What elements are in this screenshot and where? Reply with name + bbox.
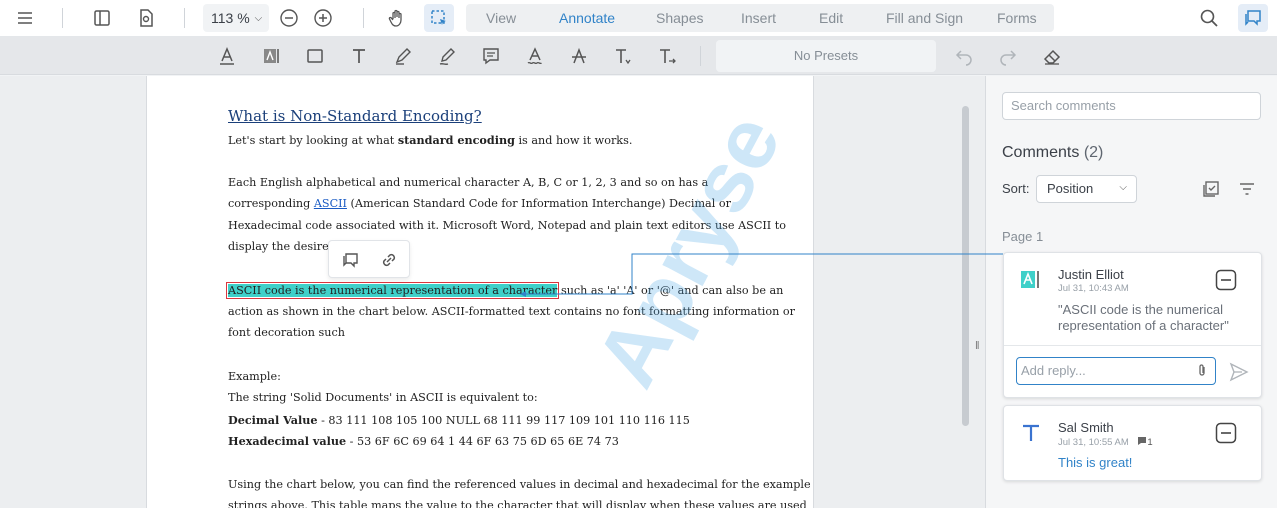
ascii-link[interactable]: ASCII	[314, 197, 347, 210]
document-heading: What is Non-Standard Encoding?	[228, 107, 482, 125]
document-line: Each English alphabetical and numerical …	[228, 176, 709, 189]
comments-count: (2)	[1083, 144, 1104, 161]
zoom-out-icon[interactable]	[274, 4, 304, 32]
comment-author: Justin Elliot	[1058, 267, 1124, 282]
menu-icon[interactable]	[10, 4, 40, 32]
left-panel-icon[interactable]	[87, 4, 117, 32]
pan-hand-icon[interactable]	[382, 4, 412, 32]
sort-label: Sort:	[1002, 181, 1030, 196]
resize-grip-icon[interactable]: ‖	[975, 340, 980, 352]
divider	[62, 8, 63, 28]
select-tool-icon[interactable]	[424, 4, 454, 32]
annotation-popup	[328, 240, 410, 278]
document-line: Let's start by looking at what standard …	[228, 133, 632, 147]
bold-text: standard encoding	[397, 133, 515, 147]
comment-date: Jul 31, 10:55 AM 1	[1058, 436, 1153, 448]
comment-message: This is great!	[1058, 455, 1133, 470]
send-icon[interactable]	[1228, 361, 1250, 383]
sticky-note-icon[interactable]	[477, 42, 505, 70]
document-line: Using the chart below, you can find the …	[228, 478, 811, 491]
comment-card[interactable]: Justin Elliot Jul 31, 10:43 AM "ASCII co…	[1003, 252, 1262, 398]
text: is and how it works.	[514, 134, 633, 147]
undo-icon[interactable]	[950, 42, 978, 70]
reply-input[interactable]: Add reply...	[1016, 357, 1216, 385]
comments-title: Comments (2)	[1002, 144, 1103, 162]
top-toolbar: 113 % ⌵ View Annotate Shapes Insert Edit …	[0, 0, 1277, 37]
insert-text-icon[interactable]	[609, 42, 637, 70]
comment-card[interactable]: Sal Smith Jul 31, 10:55 AM 1 This is gre…	[1003, 405, 1262, 481]
text-icon	[1023, 424, 1039, 441]
filter-icon[interactable]	[1237, 179, 1257, 199]
comments-label: Comments	[1002, 144, 1080, 161]
chevron-down-icon: ⌵	[1119, 182, 1127, 193]
chevron-down-icon: ⌵	[254, 12, 263, 24]
free-text-icon[interactable]	[345, 42, 373, 70]
collapse-icon[interactable]	[1215, 269, 1237, 291]
divider	[1004, 345, 1261, 346]
divider	[184, 8, 185, 28]
rectangle-icon[interactable]	[301, 42, 329, 70]
comment-date: Jul 31, 10:43 AM	[1058, 283, 1129, 294]
freehand-highlighter-icon[interactable]	[433, 42, 461, 70]
tab-view[interactable]: View	[486, 4, 516, 32]
search-comments-input[interactable]: Search comments	[1002, 92, 1261, 120]
document-line: strings above. This table maps the value…	[228, 499, 807, 508]
document-line: font decoration such	[228, 326, 345, 339]
reply-count: 1	[1147, 437, 1153, 448]
tab-edit[interactable]: Edit	[819, 4, 843, 32]
highlight-icon	[1021, 271, 1039, 288]
text-squiggly-icon[interactable]	[521, 42, 549, 70]
tab-fill-and-sign[interactable]: Fill and Sign	[886, 4, 963, 32]
page-label: Page 1	[1002, 229, 1044, 244]
zoom-in-icon[interactable]	[308, 4, 338, 32]
tab-shapes[interactable]: Shapes	[656, 4, 703, 32]
highlight-annotation[interactable]: ASCII code is the numerical representati…	[225, 282, 560, 299]
text-strikeout-icon[interactable]	[565, 42, 593, 70]
multi-select-icon[interactable]	[1201, 179, 1221, 199]
link-icon[interactable]	[379, 250, 399, 270]
divider	[363, 8, 364, 28]
tab-forms[interactable]: Forms	[997, 4, 1037, 32]
vertical-scrollbar[interactable]	[962, 106, 969, 426]
search-icon[interactable]	[1194, 4, 1224, 32]
collapse-icon[interactable]	[1215, 422, 1237, 444]
divider	[700, 46, 701, 66]
file-search-icon[interactable]	[131, 4, 161, 32]
comment-author: Sal Smith	[1058, 420, 1114, 435]
bold-text: Decimal Value	[228, 413, 318, 427]
eraser-icon[interactable]	[1038, 42, 1066, 70]
document-line: Decimal Value - 83 111 108 105 100 NULL …	[228, 413, 690, 427]
bold-text: Hexadecimal value	[228, 434, 347, 448]
annotation-toolbar: No Presets	[0, 37, 1277, 75]
text-underline-icon[interactable]	[213, 42, 241, 70]
ribbon-tabs: View Annotate Shapes Insert Edit Fill an…	[466, 4, 1054, 32]
document-line: Hexadecimal value - 53 6F 6C 69 64 1 44 …	[228, 434, 619, 448]
text: - 53 6F 6C 69 64 1 44 6F 63 75 6D 65 6E …	[346, 435, 619, 448]
comment-quote: "ASCII code is the numerical representat…	[1058, 302, 1229, 333]
document-line: Example:	[228, 370, 281, 383]
text-highlight-icon[interactable]	[257, 42, 285, 70]
comments-panel: Search comments Comments (2) Sort: Posit…	[986, 76, 1277, 508]
text: - 83 111 108 105 100 NULL 68 111 99 117 …	[317, 414, 690, 427]
document-page[interactable]: What is Non-Standard Encoding? Let's sta…	[146, 76, 814, 508]
pen-icon[interactable]	[389, 42, 417, 70]
tab-insert[interactable]: Insert	[741, 4, 776, 32]
document-viewer[interactable]: What is Non-Standard Encoding? Let's sta…	[0, 76, 985, 508]
comment-icon[interactable]	[341, 250, 361, 270]
text: Let's start by looking at what	[228, 134, 398, 147]
document-line: The string 'Solid Documents' in ASCII is…	[228, 391, 538, 404]
replace-text-icon[interactable]	[653, 42, 681, 70]
tab-annotate[interactable]: Annotate	[559, 4, 615, 32]
sort-value: Position	[1047, 181, 1094, 196]
comment-date-text: Jul 31, 10:55 AM	[1058, 437, 1129, 448]
presets-area: No Presets	[716, 40, 936, 72]
reply-count-icon	[1138, 437, 1147, 445]
redo-icon[interactable]	[994, 42, 1022, 70]
comments-panel-icon[interactable]	[1238, 4, 1268, 32]
attachment-icon[interactable]	[1194, 363, 1210, 379]
zoom-select[interactable]: 113 % ⌵	[203, 4, 269, 32]
text: corresponding	[228, 197, 314, 210]
sort-select[interactable]: Position ⌵	[1036, 175, 1137, 203]
zoom-value: 113 %	[211, 10, 250, 26]
